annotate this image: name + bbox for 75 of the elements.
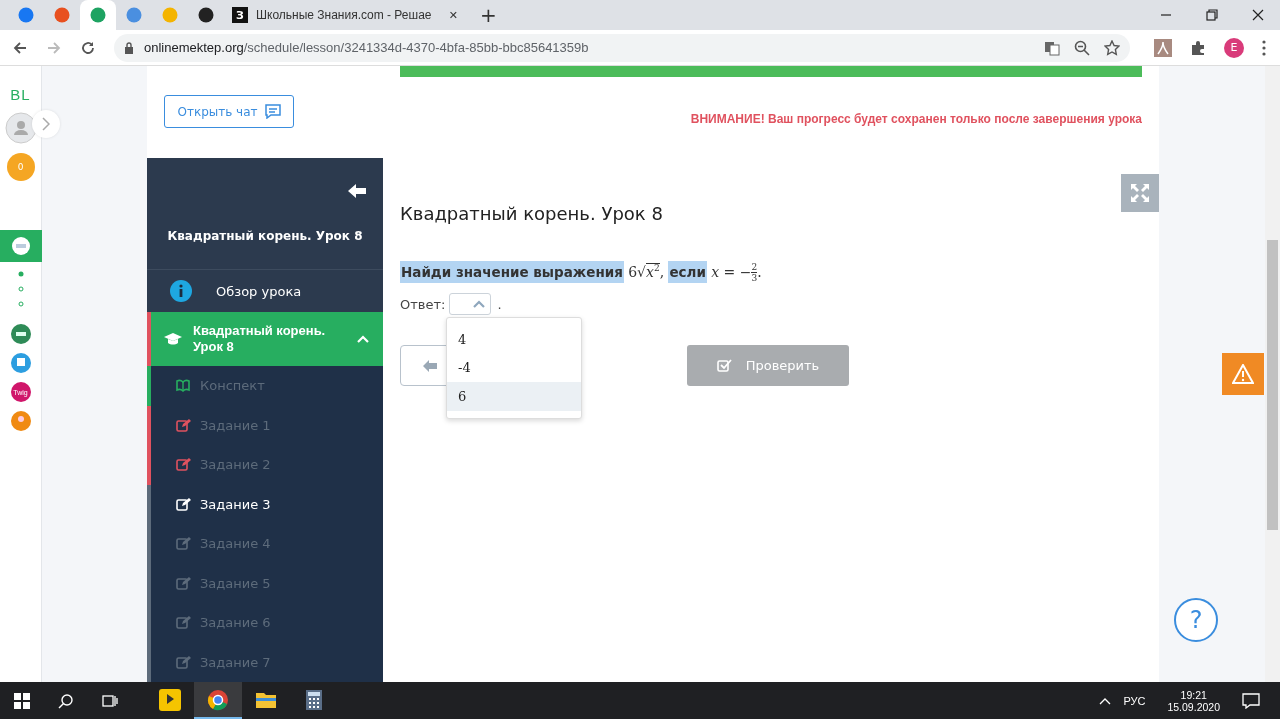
app-icon[interactable] [10,324,31,344]
report-button[interactable] [1222,353,1264,395]
answer-label: Ответ: [400,296,446,312]
clock-time[interactable]: 19:21 [1180,688,1207,701]
notification-icon[interactable] [1242,692,1260,709]
reload-icon[interactable] [80,39,96,56]
arrow-left-icon [423,359,437,372]
edit-icon [176,655,191,669]
chevron-icon [473,300,486,308]
expand-icon [1130,183,1150,203]
scrollbar-thumb[interactable] [1267,240,1278,530]
book-icon [176,379,191,393]
chat-icon [264,104,281,119]
answer-dropdown[interactable] [449,293,492,315]
task-view-icon[interactable] [102,692,118,709]
info-icon [170,280,192,303]
app-icon[interactable] [10,411,31,431]
coin-counter: 0 [6,153,35,181]
edit-icon [176,576,191,590]
back-icon[interactable] [12,39,28,56]
user-avatar-icon[interactable] [4,112,37,144]
edit-icon [176,418,191,432]
checkbox-icon [716,359,732,372]
overview-item[interactable]: Обзор урока [147,270,383,313]
chevron-icon [357,335,369,344]
lesson-section-item[interactable]: Квадратный корень. Урок 8 [147,312,383,366]
caret-icon[interactable] [1099,696,1112,705]
taskbar-app[interactable] [194,682,242,719]
browser-tab[interactable]: З Школьные Знания.com - Решае ✕ [224,0,466,30]
language-indicator[interactable]: РУС [1123,694,1146,707]
lesson-title: Квадратный корень. Урок 8 [167,229,363,243]
edit-icon [176,616,191,630]
app-icon [10,236,31,256]
period-text: . [497,296,502,312]
extension-icon[interactable] [1154,38,1172,57]
warning-message: ВНИМАНИЕ! Ваш прогресс будет сохранен только после завершения урока [689,112,1142,126]
dropdown-option[interactable]: -4 [447,353,581,382]
tab-close-button[interactable]: ✕ [448,8,458,22]
browser-icon [207,688,229,711]
dot-icon[interactable] [17,301,24,307]
favicon: З [232,7,248,23]
new-tab-button[interactable]: + [480,5,497,25]
puzzle-icon[interactable] [1190,39,1206,56]
back-arrow-icon[interactable] [347,183,367,199]
edit-icon [176,497,191,511]
dropdown-option[interactable]: 6 [447,382,581,411]
close-icon[interactable] [1252,9,1264,21]
help-button[interactable]: ? [1174,598,1218,642]
edit-icon [176,458,191,472]
restore-icon[interactable] [1206,9,1218,21]
edit-icon [176,537,191,551]
graduation-cap-icon [163,332,183,347]
clock-date[interactable]: 15.09.2020 [1167,700,1220,713]
dropdown-option[interactable]: 4 [447,325,581,354]
start-icon[interactable] [14,692,30,709]
dot-icon[interactable] [17,271,24,277]
player-icon [159,688,181,711]
app-icon[interactable] [10,353,31,373]
chevron-icon [42,117,50,131]
calculator-icon [303,688,325,711]
dot-icon[interactable] [17,286,24,292]
warning-icon [1232,364,1254,384]
zoom-out-icon[interactable] [1074,39,1090,56]
translate-icon[interactable] [1044,39,1060,56]
logo[interactable]: BL [10,86,31,103]
open-chat-button[interactable]: Открыть чат [164,95,294,128]
lock-icon [124,41,134,54]
lesson-heading: Квадратный корень. Урок 8 [400,203,664,224]
profile-avatar[interactable]: E [1224,37,1244,58]
menu-icon[interactable] [1262,39,1266,56]
address-field[interactable]: onlinemektep.org/schedule/lesson/3241334d-4370-4bfa-85bb-bbc85641359b [114,33,1130,62]
app-tile[interactable] [0,230,42,262]
star-icon[interactable] [1104,39,1120,56]
search-icon[interactable] [58,692,74,709]
task-item[interactable]: Задание 3 [147,484,383,524]
